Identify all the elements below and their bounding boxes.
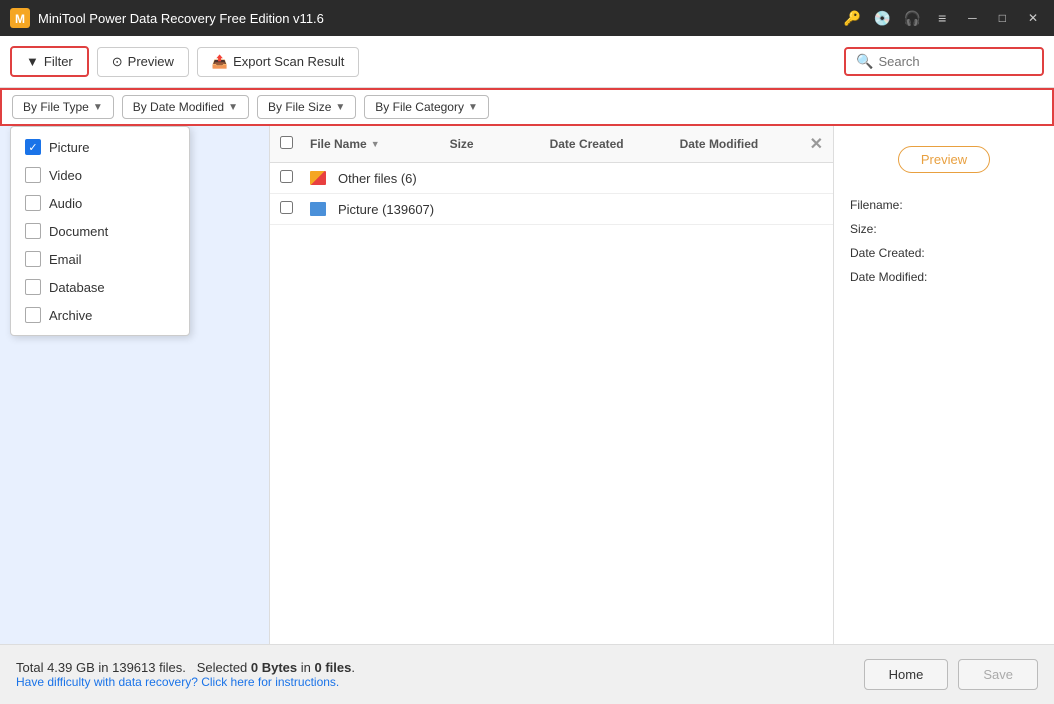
chevron-down-icon: ▼ bbox=[335, 102, 345, 113]
audio-label: Audio bbox=[49, 196, 82, 211]
video-label: Video bbox=[49, 168, 82, 183]
search-input[interactable] bbox=[878, 54, 1032, 69]
database-label: Database bbox=[49, 280, 105, 295]
file-list-header: File Name ▼ Size Date Created Date Modif… bbox=[270, 126, 833, 163]
preview-label: Preview bbox=[128, 54, 174, 69]
toolbar: ▼ Filter ⊙ Preview 📤 Export Scan Result … bbox=[0, 36, 1054, 88]
status-buttons: Home Save bbox=[864, 659, 1038, 690]
status-total: Total 4.39 GB in 139613 files. Selected … bbox=[16, 660, 864, 675]
app-title: MiniTool Power Data Recovery Free Editio… bbox=[38, 11, 842, 26]
sort-icon: ▼ bbox=[371, 139, 380, 149]
list-item[interactable]: Email bbox=[11, 245, 189, 273]
col-modified-header: Date Modified bbox=[680, 137, 810, 151]
chevron-down-icon: ▼ bbox=[228, 102, 238, 113]
export-label: Export Scan Result bbox=[233, 54, 344, 69]
preview-button[interactable]: Preview bbox=[898, 146, 990, 173]
header-check bbox=[280, 136, 310, 152]
table-row[interactable]: Picture (139607) bbox=[270, 194, 833, 225]
close-button[interactable]: ✕ bbox=[1022, 11, 1044, 25]
other-files-icon bbox=[310, 171, 328, 185]
database-checkbox[interactable] bbox=[25, 279, 41, 295]
email-checkbox[interactable] bbox=[25, 251, 41, 267]
filter-label: Filter bbox=[44, 54, 73, 69]
row-name: Other files (6) bbox=[310, 171, 463, 186]
preview-panel: Preview Filename: Size: Date Created: Da… bbox=[834, 126, 1054, 644]
export-icon: 📤 bbox=[212, 54, 228, 70]
main-area: ✓ Picture Video Audio Document Email bbox=[0, 126, 1054, 644]
close-panel-button[interactable]: ✕ bbox=[810, 134, 823, 154]
preview-button[interactable]: ⊙ Preview bbox=[97, 47, 189, 77]
col-size-header: Size bbox=[450, 137, 550, 151]
date-created-label: Date Created: bbox=[850, 241, 1038, 265]
row-checkbox[interactable] bbox=[280, 201, 293, 214]
chevron-down-icon: ▼ bbox=[468, 102, 478, 113]
help-link[interactable]: Have difficulty with data recovery? Clic… bbox=[16, 675, 864, 689]
home-button[interactable]: Home bbox=[864, 659, 949, 690]
filter-button[interactable]: ▼ Filter bbox=[10, 46, 89, 77]
status-info: Total 4.39 GB in 139613 files. Selected … bbox=[16, 660, 864, 689]
video-checkbox[interactable] bbox=[25, 167, 41, 183]
list-item[interactable]: Archive bbox=[11, 301, 189, 329]
document-label: Document bbox=[49, 224, 108, 239]
by-file-type-button[interactable]: By File Type ▼ bbox=[12, 95, 114, 119]
picture-label: Picture bbox=[49, 140, 89, 155]
date-modified-label: Date Modified: bbox=[850, 265, 1038, 289]
left-panel: ✓ Picture Video Audio Document Email bbox=[0, 126, 270, 644]
filter-icon: ▼ bbox=[26, 54, 39, 69]
filename-label: Filename: bbox=[850, 193, 1038, 217]
document-checkbox[interactable] bbox=[25, 223, 41, 239]
cd-icon[interactable]: 💿 bbox=[872, 8, 892, 28]
minimize-button[interactable]: ─ bbox=[962, 11, 983, 25]
titlebar-icons: 🔑 💿 🎧 ≡ ─ □ ✕ bbox=[842, 8, 1044, 28]
chevron-down-icon: ▼ bbox=[93, 102, 103, 113]
table-row[interactable]: Other files (6) bbox=[270, 163, 833, 194]
file-type-dropdown: ✓ Picture Video Audio Document Email bbox=[10, 126, 190, 336]
search-box: 🔍 bbox=[844, 47, 1044, 76]
by-file-category-button[interactable]: By File Category ▼ bbox=[364, 95, 489, 119]
file-list-body: Other files (6) Picture (139607) bbox=[270, 163, 833, 644]
row-checkbox[interactable] bbox=[280, 170, 293, 183]
key-icon[interactable]: 🔑 bbox=[842, 8, 862, 28]
file-list: File Name ▼ Size Date Created Date Modif… bbox=[270, 126, 834, 644]
archive-checkbox[interactable] bbox=[25, 307, 41, 323]
col-name-header: File Name ▼ bbox=[310, 137, 450, 151]
row-name: Picture (139607) bbox=[310, 202, 463, 217]
preview-metadata: Filename: Size: Date Created: Date Modif… bbox=[850, 193, 1038, 289]
titlebar: M MiniTool Power Data Recovery Free Edit… bbox=[0, 0, 1054, 36]
search-icon: 🔍 bbox=[856, 53, 873, 70]
row-check bbox=[280, 170, 310, 186]
by-date-modified-button[interactable]: By Date Modified ▼ bbox=[122, 95, 249, 119]
menu-icon[interactable]: ≡ bbox=[932, 8, 952, 28]
archive-label: Archive bbox=[49, 308, 92, 323]
list-item[interactable]: Document bbox=[11, 217, 189, 245]
statusbar: Total 4.39 GB in 139613 files. Selected … bbox=[0, 644, 1054, 704]
list-item[interactable]: Video bbox=[11, 161, 189, 189]
list-item[interactable]: Database bbox=[11, 273, 189, 301]
col-created-header: Date Created bbox=[550, 137, 680, 151]
select-all-checkbox[interactable] bbox=[280, 136, 293, 149]
app-icon: M bbox=[10, 8, 30, 28]
email-label: Email bbox=[49, 252, 82, 267]
save-button[interactable]: Save bbox=[958, 659, 1038, 690]
status-selected: Selected 0 Bytes in 0 files. bbox=[197, 660, 355, 675]
list-item[interactable]: ✓ Picture bbox=[11, 133, 189, 161]
row-check bbox=[280, 201, 310, 217]
restore-button[interactable]: □ bbox=[993, 11, 1012, 25]
svg-text:M: M bbox=[15, 12, 25, 26]
audio-checkbox[interactable] bbox=[25, 195, 41, 211]
filterbar: By File Type ▼ By Date Modified ▼ By Fil… bbox=[0, 88, 1054, 126]
picture-icon bbox=[310, 202, 328, 216]
export-button[interactable]: 📤 Export Scan Result bbox=[197, 47, 359, 77]
headphone-icon[interactable]: 🎧 bbox=[902, 8, 922, 28]
by-file-size-button[interactable]: By File Size ▼ bbox=[257, 95, 356, 119]
size-label: Size: bbox=[850, 217, 1038, 241]
preview-icon: ⊙ bbox=[112, 54, 123, 70]
picture-checkbox[interactable]: ✓ bbox=[25, 139, 41, 155]
list-item[interactable]: Audio bbox=[11, 189, 189, 217]
